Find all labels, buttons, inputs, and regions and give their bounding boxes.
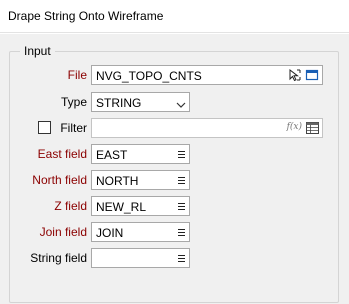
list-icon[interactable] <box>178 151 185 158</box>
window-browse-icon[interactable] <box>305 68 319 82</box>
window-title: Drape String Onto Wireframe <box>8 9 164 23</box>
file-label: File <box>67 68 87 82</box>
function-icon[interactable]: f(x) <box>287 122 302 132</box>
north-field-label: North field <box>32 173 87 187</box>
filter-label-cell: Filter <box>10 118 87 138</box>
type-select[interactable]: STRING <box>91 92 190 112</box>
type-label: Type <box>60 95 87 109</box>
north-field-input[interactable]: NORTH <box>91 170 190 190</box>
string-field-label: String field <box>30 251 87 265</box>
table-icon[interactable] <box>306 122 319 134</box>
type-label-cell: Type <box>10 92 87 112</box>
z-field-input[interactable]: NEW_RL <box>91 196 190 216</box>
north-field-value: NORTH <box>96 174 139 188</box>
chevron-down-icon[interactable] <box>176 98 186 108</box>
join-field-label: Join field <box>39 225 87 239</box>
z-field-label-cell: Z field <box>10 196 87 216</box>
cursor-select-icon[interactable] <box>288 68 302 82</box>
east-field-input[interactable]: EAST <box>91 144 190 164</box>
string-field-label-cell: String field <box>10 248 87 268</box>
filter-input[interactable]: f(x) <box>91 118 323 138</box>
east-field-label: East field <box>37 147 87 161</box>
east-field-label-cell: East field <box>10 144 87 164</box>
z-field-label: Z field <box>54 199 87 213</box>
input-group: Input File NVG_TOPO_CNTS Type STRING Fil… <box>9 44 339 303</box>
filter-label: Filter <box>60 121 87 135</box>
string-field-input[interactable] <box>91 248 190 268</box>
east-field-value: EAST <box>96 148 128 162</box>
north-field-label-cell: North field <box>10 170 87 190</box>
file-input[interactable]: NVG_TOPO_CNTS <box>91 65 323 85</box>
z-field-value: NEW_RL <box>96 200 147 214</box>
filter-checkbox[interactable] <box>38 121 51 134</box>
type-value: STRING <box>96 96 142 110</box>
list-icon[interactable] <box>178 229 185 236</box>
file-value: NVG_TOPO_CNTS <box>96 69 202 83</box>
title-bar: Drape String Onto Wireframe <box>0 0 349 33</box>
list-icon[interactable] <box>178 203 185 210</box>
list-icon[interactable] <box>178 255 185 262</box>
list-icon[interactable] <box>178 177 185 184</box>
file-label-cell: File <box>10 65 87 85</box>
join-field-value: JOIN <box>96 226 124 240</box>
form-content: Input File NVG_TOPO_CNTS Type STRING Fil… <box>0 34 349 304</box>
join-field-label-cell: Join field <box>10 222 87 242</box>
input-group-title: Input <box>20 44 55 58</box>
join-field-input[interactable]: JOIN <box>91 222 190 242</box>
